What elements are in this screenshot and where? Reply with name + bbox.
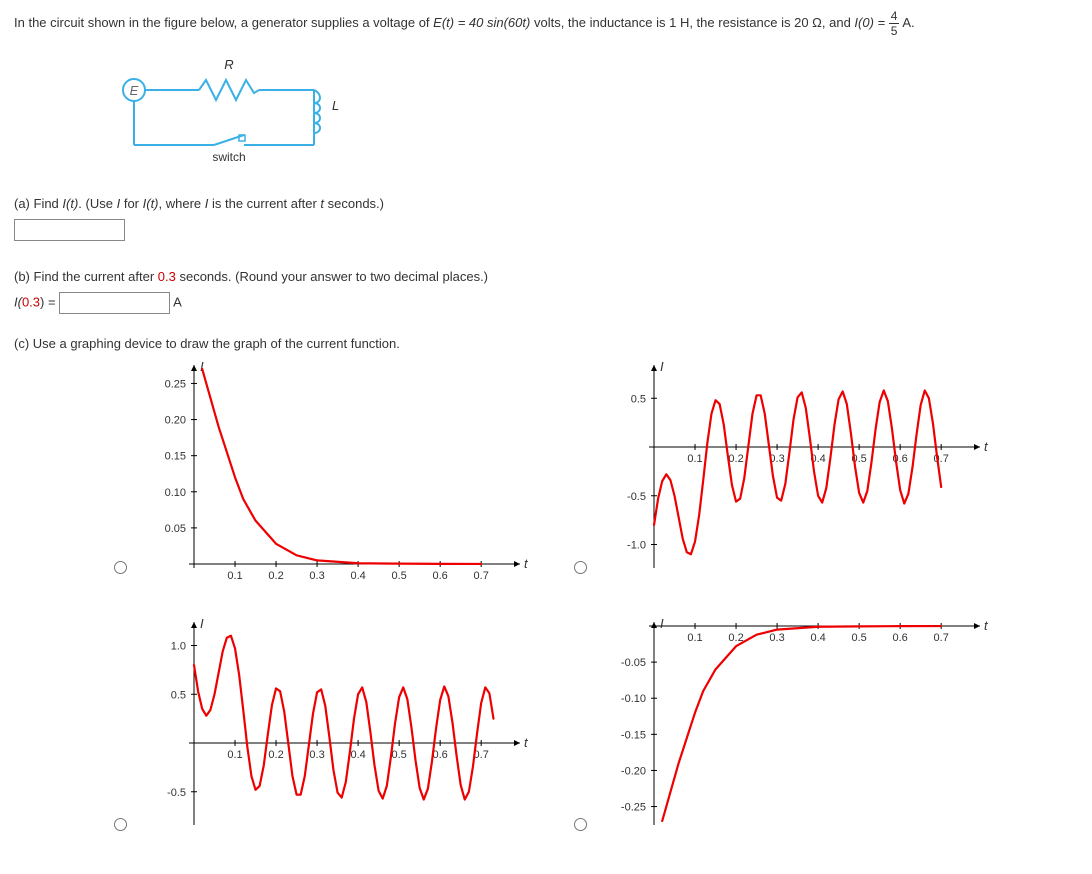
svg-text:0.7: 0.7: [934, 632, 949, 644]
graph-option-1[interactable]: [114, 561, 127, 574]
i0-frac: 45: [889, 10, 900, 37]
part-b-sec: seconds. (Round your answer to two decim…: [176, 269, 488, 284]
svg-text:0.20: 0.20: [165, 415, 186, 427]
svg-text:1.0: 1.0: [171, 641, 186, 653]
svg-text:0.7: 0.7: [474, 570, 489, 582]
part-a-input[interactable]: [14, 219, 125, 241]
graph-option-2[interactable]: [574, 561, 587, 574]
voltage-expr: E(t) = 40 sin(60t): [433, 15, 530, 30]
svg-text:0.6: 0.6: [433, 749, 448, 761]
svg-text:-0.5: -0.5: [167, 787, 186, 799]
part-a: (a) Find I(t). (Use I for I(t), where I …: [14, 196, 1078, 211]
part-a-sec: seconds.): [324, 196, 384, 211]
svg-text:0.4: 0.4: [350, 570, 365, 582]
part-a-It: I(t): [143, 196, 159, 211]
svg-text:0.4: 0.4: [810, 632, 825, 644]
svg-text:t: t: [524, 556, 529, 571]
svg-text:0.2: 0.2: [728, 453, 743, 465]
part-a-after: is the current after: [208, 196, 320, 211]
svg-text:0.1: 0.1: [687, 632, 702, 644]
part-b-unit: A: [173, 294, 182, 309]
svg-text:0.15: 0.15: [165, 451, 186, 463]
svg-text:0.05: 0.05: [165, 523, 186, 535]
svg-text:t: t: [984, 618, 989, 633]
svg-text:0.5: 0.5: [171, 689, 186, 701]
part-b-label: (b) Find the current after: [14, 269, 158, 284]
frac-num: 4: [889, 10, 900, 24]
graph-2: 0.10.20.30.40.50.60.7-1.0-0.50.5It: [594, 359, 1024, 594]
part-a-var: I(t): [62, 196, 78, 211]
svg-text:0.1: 0.1: [227, 749, 242, 761]
svg-text:t: t: [984, 439, 989, 454]
R-label: R: [224, 57, 233, 72]
svg-text:0.3: 0.3: [309, 570, 324, 582]
svg-text:-1.0: -1.0: [627, 540, 646, 552]
svg-text:I: I: [660, 616, 664, 631]
svg-text:0.5: 0.5: [391, 570, 406, 582]
svg-text:0.3: 0.3: [769, 632, 784, 644]
problem-statement: In the circuit shown in the figure below…: [14, 10, 1078, 37]
frac-den: 5: [889, 24, 900, 37]
part-a-where: , where: [159, 196, 205, 211]
svg-text:0.6: 0.6: [893, 632, 908, 644]
svg-text:0.5: 0.5: [631, 393, 646, 405]
E-label: E: [130, 83, 139, 98]
part-a-hint-prefix: . (Use: [78, 196, 116, 211]
part-c-label: (c) Use a graphing device to draw the gr…: [14, 336, 400, 351]
svg-text:0.1: 0.1: [227, 570, 242, 582]
intro-text: In the circuit shown in the figure below…: [14, 15, 433, 30]
part-c: (c) Use a graphing device to draw the gr…: [14, 336, 1078, 351]
i0-lhs: I(0) =: [854, 15, 888, 30]
circuit-diagram: E R L switch: [104, 55, 1078, 178]
part-b: (b) Find the current after 0.3 seconds. …: [14, 269, 1078, 284]
part-b-answer-line: I(0.3) = A: [14, 292, 1078, 314]
svg-text:-0.15: -0.15: [621, 729, 646, 741]
part-a-label: (a) Find: [14, 196, 62, 211]
svg-text:0.5: 0.5: [391, 749, 406, 761]
svg-text:-0.10: -0.10: [621, 693, 646, 705]
svg-text:0.10: 0.10: [165, 487, 186, 499]
svg-text:-0.5: -0.5: [627, 491, 646, 503]
amps-suffix: A.: [902, 15, 914, 30]
svg-text:0.25: 0.25: [165, 378, 186, 390]
svg-text:-0.05: -0.05: [621, 657, 646, 669]
svg-text:-0.25: -0.25: [621, 802, 646, 814]
svg-text:-0.20: -0.20: [621, 765, 646, 777]
svg-text:0.2: 0.2: [268, 570, 283, 582]
graph-1: 0.1 0.2 0.3 0.4 0.5 0.6 0.7 0.05 0.10 0.15 0.20 0.2…: [134, 359, 564, 594]
part-b-lhs-pre: I(: [14, 294, 22, 309]
svg-text:I: I: [200, 616, 204, 631]
svg-text:0.5: 0.5: [851, 632, 866, 644]
graph-option-4[interactable]: [574, 818, 587, 831]
part-a-for: for: [120, 196, 142, 211]
svg-text:0.4: 0.4: [350, 749, 365, 761]
graph-3: 0.10.20.30.40.50.60.7-0.50.51.0It: [134, 616, 564, 851]
volts-text: volts, the inductance is 1 H, the resist…: [534, 15, 854, 30]
svg-text:I: I: [660, 359, 664, 374]
svg-text:0.2: 0.2: [268, 749, 283, 761]
svg-text:0.1: 0.1: [687, 453, 702, 465]
part-b-input[interactable]: [59, 292, 170, 314]
switch-label: switch: [212, 150, 245, 164]
L-label: L: [332, 98, 339, 113]
part-b-lhs-time: 0.3: [22, 294, 40, 309]
part-b-lhs-post: ) =: [40, 294, 59, 309]
part-b-redtime: 0.3: [158, 269, 176, 284]
svg-text:t: t: [524, 735, 529, 750]
graph-4: 0.10.20.30.40.50.60.7-0.25-0.20-0.15-0.1…: [594, 616, 1024, 851]
svg-text:0.3: 0.3: [309, 749, 324, 761]
graph-option-3[interactable]: [114, 818, 127, 831]
svg-text:0.6: 0.6: [433, 570, 448, 582]
